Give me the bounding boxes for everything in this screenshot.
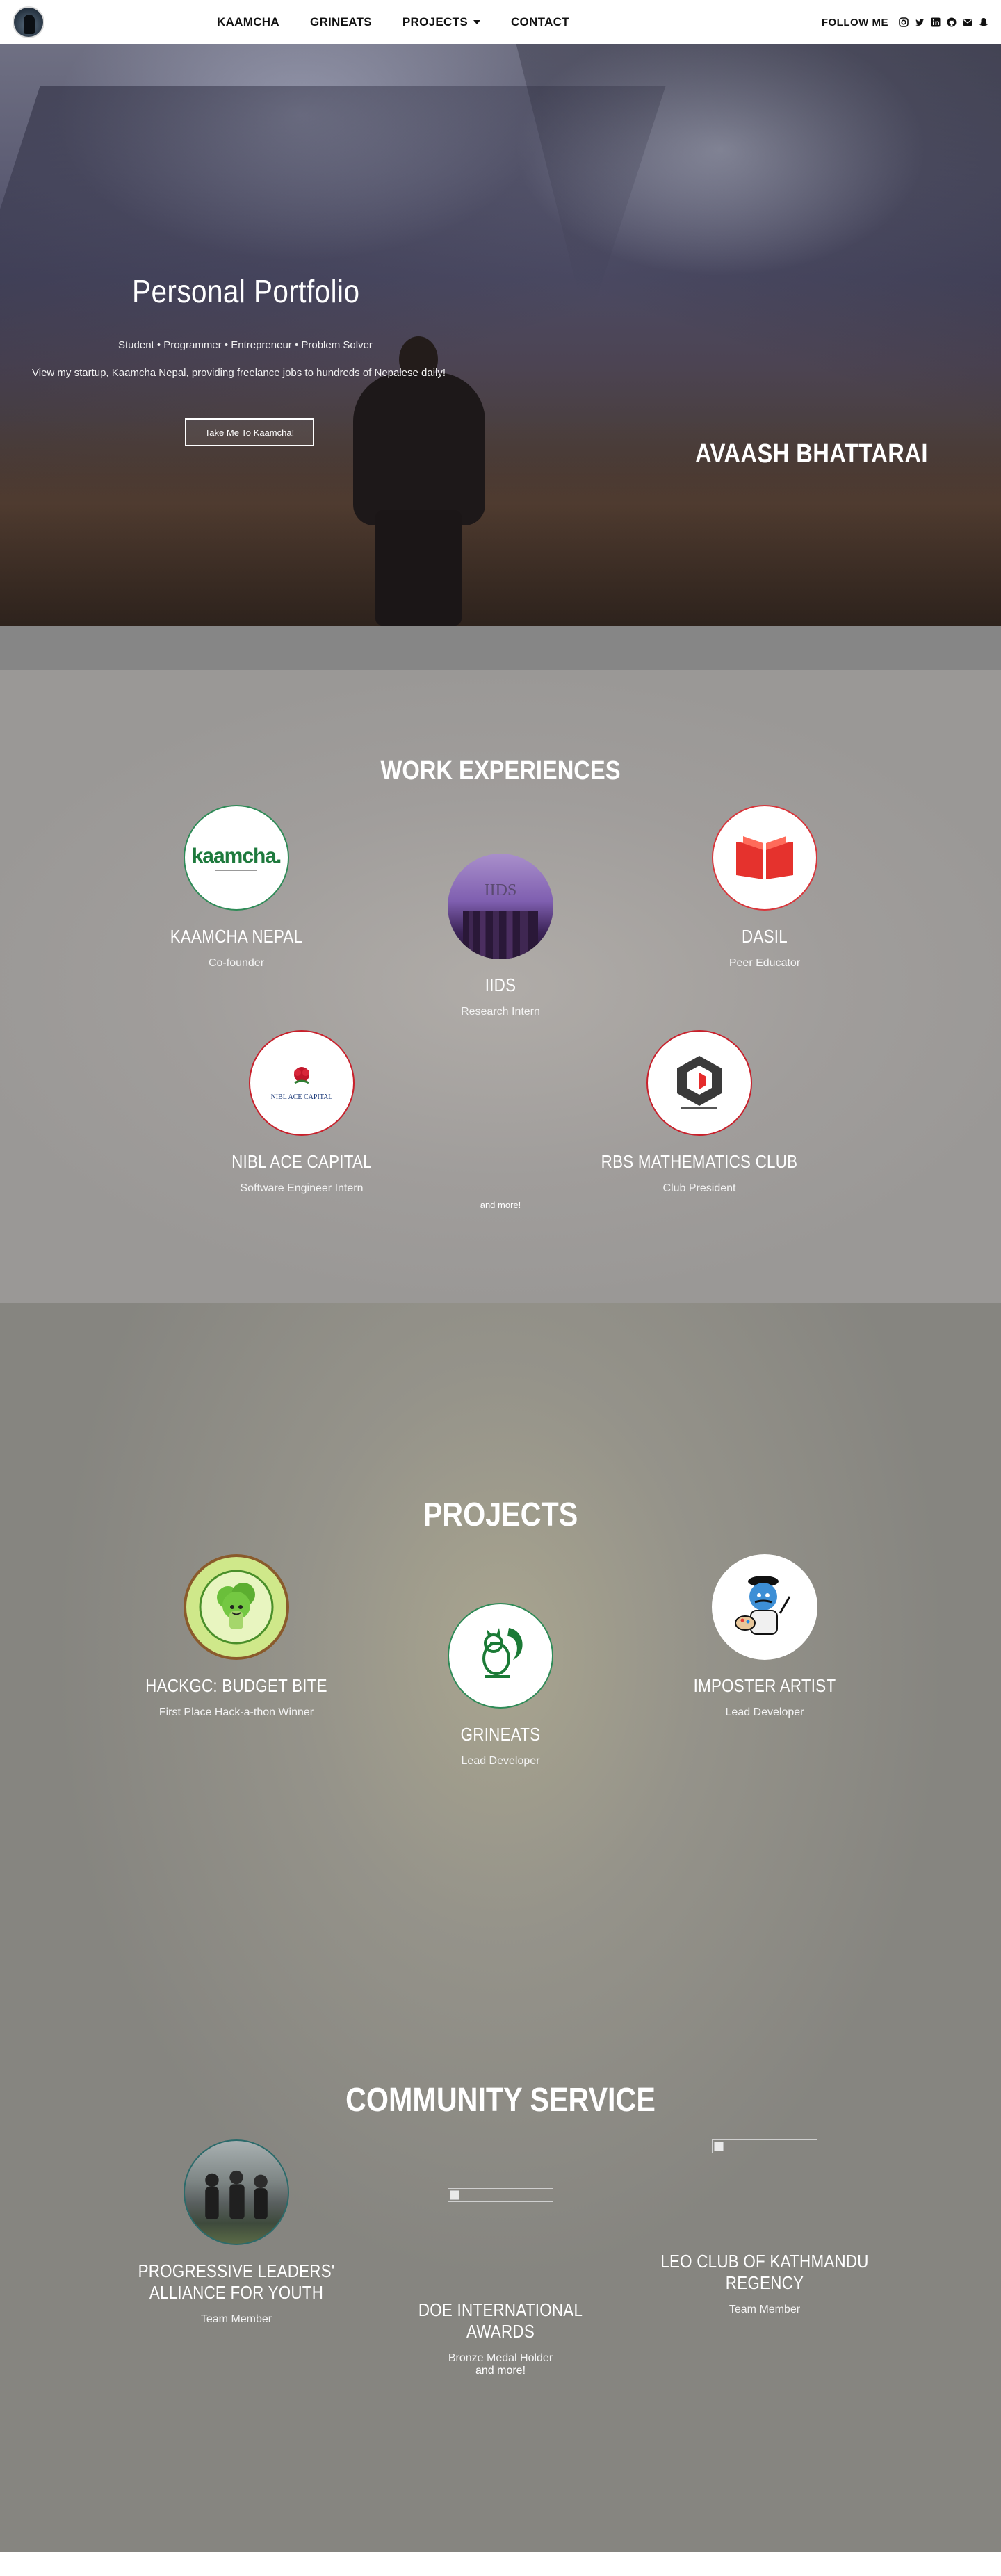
nibl-logo: NIBL ACE CAPITAL <box>249 1030 355 1136</box>
project-item-title: HACKGC: BUDGET BITE <box>145 1675 327 1696</box>
community-more-link[interactable]: and more! <box>0 2365 1001 2377</box>
work-item-role: Peer Educator <box>729 957 801 969</box>
project-item-grineats[interactable]: GRINEATS Lead Developer <box>375 1603 626 1768</box>
work-item-title: DASIL <box>742 926 788 947</box>
top-navbar: KAAMCHA GRINEATS PROJECTS CONTACT FOLLOW… <box>0 0 1001 44</box>
profile-logo[interactable] <box>13 6 44 38</box>
main-menu: KAAMCHA GRINEATS PROJECTS CONTACT <box>217 0 569 44</box>
author-name: AVAASH BHATTARAI <box>695 439 928 468</box>
projects-section-title: PROJECTS <box>423 1497 578 1533</box>
chevron-down-icon <box>473 20 480 24</box>
community-section-title: COMMUNITY SERVICE <box>345 2082 656 2119</box>
page-footer-strip <box>0 2552 1001 2576</box>
community-item-title: LEO CLUB OF KATHMANDU REGENCY <box>660 2251 869 2293</box>
work-item-title: RBS MATHEMATICS CLUB <box>601 1151 798 1172</box>
nav-link-projects-label: PROJECTS <box>402 15 468 28</box>
work-item-title: IIDS <box>485 975 516 995</box>
linkedin-icon[interactable] <box>931 17 941 27</box>
email-icon[interactable] <box>963 17 972 27</box>
project-item-title: GRINEATS <box>460 1724 541 1745</box>
community-item-leo-club[interactable]: LEO CLUB OF KATHMANDU REGENCY Team Membe… <box>640 2139 890 2316</box>
community-item-title: DOE INTERNATIONAL AWARDS <box>418 2299 583 2342</box>
budget-bite-broccoli-logo <box>184 1554 289 1660</box>
work-item-role: Research Intern <box>461 1006 540 1018</box>
project-item-role: Lead Developer <box>725 1706 804 1718</box>
work-item-role: Software Engineer Intern <box>240 1182 364 1194</box>
work-item-dasil[interactable]: DASIL Peer Educator <box>640 805 890 970</box>
nav-link-kaamcha[interactable]: KAAMCHA <box>217 15 279 29</box>
work-experiences-section: WORK EXPERIENCES kaamcha. KAAMCHA NEPAL … <box>0 670 1001 1303</box>
community-item-ply[interactable]: PROGRESSIVE LEADERS' ALLIANCE FOR YOUTH … <box>111 2139 361 2326</box>
imposter-artist-logo <box>712 1554 817 1660</box>
projects-section: PROJECTS HACKGC: BUDGET BITE First Place… <box>0 1303 1001 2552</box>
rbs-math-club-logo <box>646 1030 752 1136</box>
github-icon[interactable] <box>947 17 957 27</box>
work-section-title: WORK EXPERIENCES <box>380 756 621 785</box>
nav-link-projects[interactable]: PROJECTS <box>402 15 480 29</box>
community-item-role: Team Member <box>729 2304 801 2315</box>
doe-logo-broken-image <box>448 2188 553 2202</box>
work-more-link[interactable]: and more! <box>0 1200 1001 1210</box>
project-item-role: Lead Developer <box>461 1755 540 1767</box>
grineats-squirrel-logo <box>448 1603 553 1709</box>
twitter-icon[interactable] <box>915 17 925 27</box>
project-item-role: First Place Hack-a-thon Winner <box>158 1706 314 1718</box>
work-item-kaamcha[interactable]: kaamcha. KAAMCHA NEPAL Co-founder <box>111 805 361 970</box>
work-item-nibl[interactable]: NIBL ACE CAPITAL NIBL ACE CAPITAL Softwa… <box>177 1030 427 1195</box>
work-item-role: Club President <box>662 1182 736 1194</box>
nav-link-contact[interactable]: CONTACT <box>511 15 569 29</box>
hero-banner: Personal Portfolio Student • Programmer … <box>0 44 1001 626</box>
leo-club-logo-broken-image <box>712 2139 817 2153</box>
kaamcha-logo: kaamcha. <box>184 805 289 911</box>
hero-description: View my startup, Kaamcha Nepal, providin… <box>32 367 446 379</box>
dasil-book-logo <box>712 805 817 911</box>
work-item-role: Co-founder <box>208 957 265 969</box>
instagram-icon[interactable] <box>899 17 909 27</box>
mountain-backdrop-right <box>516 44 1001 475</box>
hero-tagline: Student • Programmer • Entrepreneur • Pr… <box>118 339 373 351</box>
project-item-budget-bite[interactable]: HACKGC: BUDGET BITE First Place Hack-a-t… <box>111 1554 361 1719</box>
hero-title: Personal Portfolio <box>132 273 360 309</box>
project-item-title: IMPOSTER ARTIST <box>693 1675 836 1696</box>
project-item-imposter-artist[interactable]: IMPOSTER ARTIST Lead Developer <box>640 1554 890 1719</box>
iids-logo: IIDS <box>448 854 553 959</box>
work-item-iids[interactable]: IIDS IIDS Research Intern <box>375 854 626 1018</box>
follow-me-label: FOLLOW ME <box>821 16 888 28</box>
take-me-to-kaamcha-button[interactable]: Take Me To Kaamcha! <box>185 418 314 446</box>
hiker-silhouette <box>339 336 499 626</box>
work-item-title: KAAMCHA NEPAL <box>170 926 303 947</box>
community-item-doe[interactable]: DOE INTERNATIONAL AWARDS Bronze Medal Ho… <box>375 2188 626 2365</box>
section-divider <box>0 626 1001 670</box>
work-item-title: NIBL ACE CAPITAL <box>231 1151 372 1172</box>
ply-group-photo <box>184 2139 289 2245</box>
work-item-rbs[interactable]: RBS MATHEMATICS CLUB Club President <box>574 1030 824 1195</box>
community-item-role: Bronze Medal Holder <box>448 2352 553 2364</box>
community-item-role: Team Member <box>200 2313 272 2325</box>
nav-link-grineats[interactable]: GRINEATS <box>310 15 372 29</box>
social-links: FOLLOW ME <box>822 0 988 44</box>
community-item-title: PROGRESSIVE LEADERS' ALLIANCE FOR YOUTH <box>138 2260 335 2303</box>
snapchat-icon[interactable] <box>979 17 988 27</box>
